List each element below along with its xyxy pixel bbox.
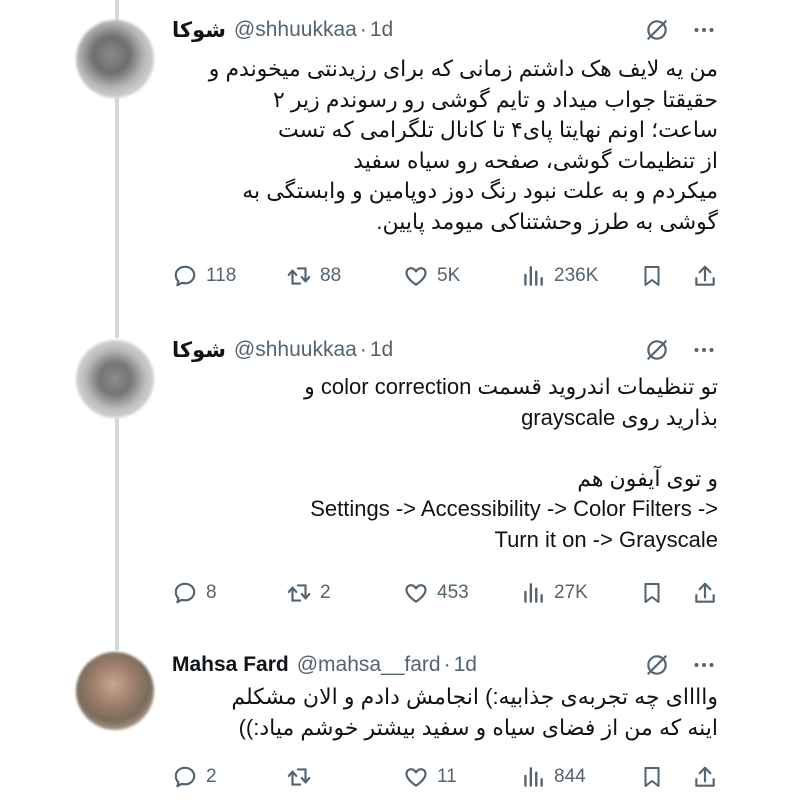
tweet-text-line: و توی آیفون هم — [577, 465, 718, 491]
retweet-icon — [287, 584, 311, 602]
repost-count: 2 — [320, 582, 331, 603]
tweet-text-line: تو تنظیمات اندروید قسمت color correction… — [304, 374, 718, 399]
tweet-text-line: واااای چه تجربه‌ی جذابیه:) انجامش دادم و… — [231, 684, 718, 709]
repost-count: 88 — [320, 265, 342, 286]
repost-button[interactable] — [286, 762, 320, 792]
view-count: 844 — [554, 766, 586, 787]
tweet-text-line: من یه لایف هک داشتم زمانی که برای رزیدنت… — [208, 56, 718, 81]
grok-slash-circle-icon[interactable] — [644, 652, 670, 678]
timestamp[interactable]: 1d — [370, 338, 393, 362]
reply-button[interactable]: 118 — [172, 261, 236, 291]
tweet[interactable]: شوکا @shhuukkaa · 1d من یه لایف هک داشتم… — [0, 0, 800, 320]
reply-count: 8 — [206, 582, 217, 603]
timestamp[interactable]: 1d — [454, 653, 477, 677]
tweet-text-line: گوشی به طرز وحشتناکی میومد پایین. — [376, 208, 718, 234]
reply-button[interactable]: 8 — [172, 578, 217, 608]
reply-icon — [174, 766, 196, 788]
avatar[interactable] — [76, 20, 154, 98]
timestamp[interactable]: 1d — [370, 18, 393, 42]
retweet-icon — [287, 267, 311, 285]
tweet-action-bar: 2 11 844 — [172, 762, 720, 792]
more-horizontal-icon[interactable] — [692, 18, 716, 42]
repost-button[interactable]: 2 — [286, 578, 331, 608]
views-icon — [524, 767, 543, 787]
bookmark-button[interactable] — [640, 261, 664, 291]
tweet-text-line: Turn it on -> Grayscale — [494, 526, 718, 552]
tweet-text-line: بذارید روی grayscale — [521, 404, 718, 430]
share-icon — [695, 265, 715, 286]
tweet-header: شوکا @shhuukkaa · 1d — [172, 335, 393, 365]
share-button[interactable] — [692, 261, 718, 291]
author-name[interactable]: شوکا — [172, 338, 226, 363]
grok-slash-circle-icon[interactable] — [644, 17, 670, 43]
tweet-action-bar: 118 88 5K 236K — [172, 261, 720, 291]
separator-dot: · — [359, 338, 367, 361]
like-icon — [405, 768, 427, 787]
bookmark-icon — [644, 583, 660, 603]
grok-slash-circle-icon[interactable] — [644, 337, 670, 363]
share-icon — [695, 766, 715, 787]
bookmark-icon — [644, 767, 660, 787]
view-count: 27K — [554, 582, 588, 603]
tweet-text: من یه لایف هک داشتم زمانی که برای رزیدنت… — [172, 54, 718, 237]
share-button[interactable] — [692, 578, 718, 608]
reply-count: 118 — [206, 265, 237, 286]
tweet-text-line: ساعت؛ اونم نهایتا پای۴ تا کانال تلگرامی … — [278, 117, 718, 142]
tweet-header: Mahsa Fard @mahsa__fard · 1d — [172, 650, 477, 680]
tweet-text-line — [172, 433, 718, 464]
view-count: 236K — [554, 265, 599, 286]
retweet-icon — [287, 768, 311, 786]
tweet-header-actions — [644, 335, 716, 365]
avatar[interactable] — [76, 652, 154, 730]
like-count: 11 — [437, 766, 457, 787]
separator-dot: · — [443, 653, 451, 676]
reply-button[interactable]: 2 — [172, 762, 217, 792]
tweet-text: واااای چه تجربه‌ی جذابیه:) انجامش دادم و… — [172, 682, 718, 743]
tweet-action-bar: 8 2 453 27K — [172, 578, 720, 608]
views-button[interactable]: 844 — [520, 762, 586, 792]
tweet-text-line: از تنظیمات گوشی، صفحه رو سیاه سفید — [353, 147, 718, 173]
tweet-header-actions — [644, 650, 716, 680]
tweet-text-line: اینه که من از فضای سیاه و سفید بیشتر خوش… — [238, 714, 718, 740]
views-button[interactable]: 27K — [520, 578, 588, 608]
views-icon — [524, 583, 543, 603]
share-icon — [695, 582, 715, 603]
bookmark-icon — [644, 266, 660, 286]
author-handle[interactable]: @mahsa__fard — [297, 653, 441, 677]
author-name[interactable]: Mahsa Fard — [172, 653, 289, 677]
like-count: 453 — [437, 582, 469, 603]
tweet-text-line: Settings -> Accessibility -> Color Filte… — [310, 496, 718, 521]
share-button[interactable] — [692, 762, 718, 792]
views-icon — [524, 266, 543, 286]
tweet[interactable]: Mahsa Fard @mahsa__fard · 1d واااای چه ت… — [0, 640, 800, 800]
avatar[interactable] — [76, 340, 154, 418]
bookmark-button[interactable] — [640, 762, 664, 792]
like-count: 5K — [437, 265, 461, 286]
like-button[interactable]: 453 — [403, 578, 469, 608]
reply-icon — [174, 265, 196, 287]
like-icon — [405, 267, 427, 286]
author-name[interactable]: شوکا — [172, 18, 226, 43]
author-handle[interactable]: @shhuukkaa — [234, 338, 357, 362]
tweet[interactable]: شوکا @shhuukkaa · 1d تو تنظیمات اندروید … — [0, 320, 800, 640]
bookmark-button[interactable] — [640, 578, 664, 608]
more-horizontal-icon[interactable] — [692, 653, 716, 677]
repost-button[interactable]: 88 — [286, 261, 341, 291]
reply-count: 2 — [206, 766, 217, 787]
like-button[interactable]: 5K — [403, 261, 460, 291]
tweet-text: تو تنظیمات اندروید قسمت color correction… — [172, 372, 718, 555]
views-button[interactable]: 236K — [520, 261, 598, 291]
like-icon — [405, 584, 427, 603]
tweet-text-line: میکردم و به علت نبود رنگ دوز دوپامین و و… — [242, 178, 718, 203]
like-button[interactable]: 11 — [403, 762, 457, 792]
tweet-header-actions — [644, 15, 716, 45]
author-handle[interactable]: @shhuukkaa — [234, 18, 357, 42]
tweet-text-line: حقیقتا جواب میداد و تایم گوشی رو رسوندم … — [272, 86, 718, 112]
separator-dot: · — [359, 18, 367, 41]
more-horizontal-icon[interactable] — [692, 338, 716, 362]
reply-icon — [174, 582, 196, 604]
tweet-header: شوکا @shhuukkaa · 1d — [172, 15, 393, 45]
